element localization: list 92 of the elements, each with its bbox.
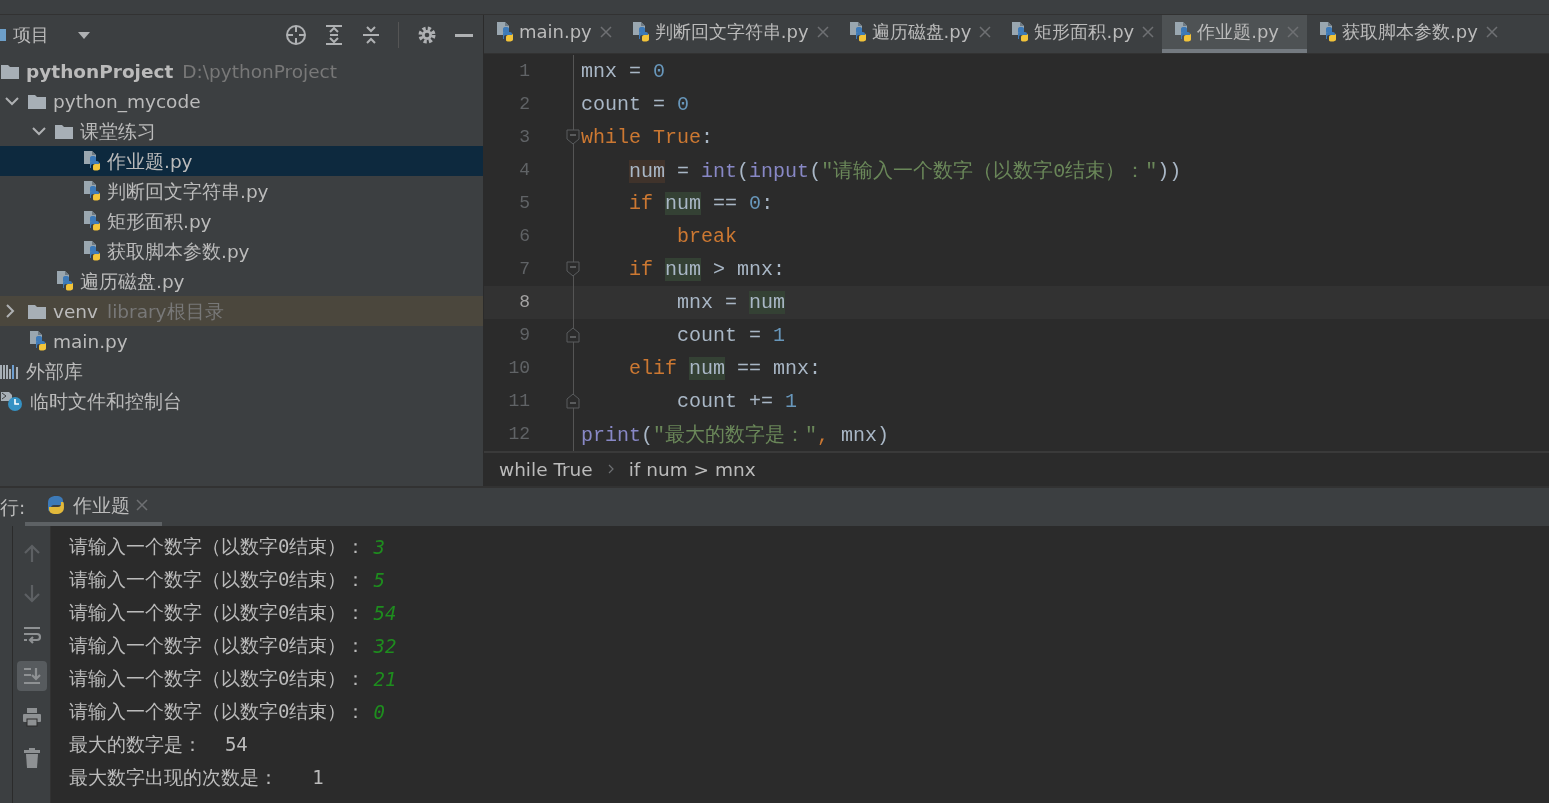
- console-prompt: 请输入一个数字（以数字0结束）：: [69, 632, 366, 658]
- editor-tab[interactable]: 判断回文字符串.py: [619, 15, 837, 53]
- typed-value: 32: [373, 634, 397, 657]
- tree-item[interactable]: 判断回文字符串.py: [0, 176, 483, 206]
- line-number: 8: [518, 292, 530, 313]
- close-icon: [816, 25, 829, 38]
- tree-item[interactable]: venv library根目录: [0, 296, 483, 326]
- python-file-icon: [494, 20, 514, 43]
- locate-icon: [285, 24, 307, 46]
- tree-item[interactable]: 作业题.py: [0, 146, 483, 176]
- expand-all-icon: [324, 24, 344, 46]
- chevron-down-icon: [5, 96, 19, 106]
- close-icon: [1485, 25, 1498, 38]
- code-line: count = 1: [676, 323, 786, 347]
- close-icon: [1287, 25, 1300, 38]
- close-icon: [136, 499, 148, 511]
- close-icon: [979, 25, 992, 38]
- python-file-icon: [81, 150, 101, 172]
- typed-value: 21: [373, 667, 397, 690]
- tree-item[interactable]: 遍历磁盘.py: [0, 266, 483, 296]
- python-file-icon: [81, 210, 101, 232]
- path-hint: D:\pythonProject: [182, 60, 338, 82]
- tree-item[interactable]: 获取脚本参数.py: [0, 236, 483, 266]
- python-file-icon: [1172, 20, 1193, 43]
- python-file-icon: [81, 240, 101, 262]
- tree-item[interactable]: 临时文件和控制台: [0, 386, 483, 416]
- python-file-icon: [1009, 20, 1030, 43]
- breadcrumb[interactable]: if num > mnx: [628, 458, 756, 480]
- tree-item[interactable]: pythonProject D:\pythonProject: [0, 56, 483, 86]
- chevron-right-icon: [606, 463, 615, 476]
- line-number: 10: [507, 358, 530, 379]
- tree-item[interactable]: python_mycode: [0, 86, 483, 116]
- code-line: mnx = 0: [581, 59, 666, 83]
- line-number: 7: [518, 259, 530, 280]
- collapse-all-icon: [361, 24, 381, 46]
- panel-title[interactable]: 项目: [13, 23, 49, 47]
- console-prompt: 请输入一个数字（以数字0结束）：: [69, 665, 366, 691]
- code-line: count += 1: [676, 389, 798, 413]
- tree-item[interactable]: 矩形面积.py: [0, 206, 483, 236]
- editor-tab[interactable]: 矩形面积.py: [999, 15, 1163, 53]
- typed-value: 3: [373, 535, 385, 558]
- code-line: if num > mnx:: [628, 257, 786, 281]
- line-number: 4: [518, 160, 530, 181]
- typed-value: 54: [373, 601, 397, 624]
- editor-tab[interactable]: 获取脚本参数.py: [1307, 15, 1506, 53]
- tree-item[interactable]: 外部库: [0, 356, 483, 386]
- line-number: 3: [518, 127, 530, 148]
- close-icon: [1142, 25, 1155, 38]
- code-line: elif num == mnx:: [628, 356, 822, 380]
- code-line: num = int(input("请输入一个数字（以数字0结束）：")): [628, 158, 1182, 184]
- console-prompt: 请输入一个数字（以数字0结束）：: [69, 533, 366, 559]
- console-prompt: 请输入一个数字（以数字0结束）：: [69, 566, 366, 592]
- console-prompt: 请输入一个数字（以数字0结束）：: [69, 599, 366, 625]
- tree-item[interactable]: main.py: [0, 326, 483, 356]
- console-output: 最大的数字是： 54: [69, 731, 248, 757]
- code-line: count = 0: [581, 92, 690, 116]
- code-line: while True:: [581, 125, 714, 149]
- panel-icon: [0, 27, 8, 43]
- tree-item[interactable]: 课堂练习: [0, 116, 483, 146]
- code-line: if num == 0:: [628, 191, 774, 215]
- editor-tab[interactable]: 遍历磁盘.py: [836, 15, 1000, 53]
- editor-tab[interactable]: main.py: [484, 15, 620, 53]
- console-prompt: 请输入一个数字（以数字0结束）：: [69, 698, 366, 724]
- settings-icon: [416, 24, 438, 46]
- chevron-down-icon: [32, 126, 46, 136]
- python-file-icon: [81, 180, 101, 202]
- close-icon: [599, 25, 612, 38]
- editor-tab[interactable]: 作业题.py: [1162, 15, 1308, 53]
- minimize-icon: [455, 33, 473, 37]
- typed-value: 5: [373, 568, 385, 591]
- path-hint: library根目录: [107, 299, 224, 324]
- line-number: 12: [507, 424, 530, 445]
- python-file-icon: [27, 330, 47, 352]
- breadcrumb[interactable]: while True: [499, 458, 593, 480]
- code-line: break: [676, 224, 738, 248]
- console-output: 最大数字出现的次数是： 1: [69, 764, 324, 790]
- line-number: 1: [518, 61, 530, 82]
- print-icon: [20, 706, 43, 728]
- python-icon: [45, 494, 67, 516]
- line-number: 2: [518, 94, 530, 115]
- code-line: print("最大的数字是：", mnx): [581, 422, 890, 448]
- python-file-icon: [54, 270, 74, 292]
- line-number: 9: [518, 325, 530, 346]
- chevron-right-icon: [5, 304, 15, 318]
- dropdown-caret-icon: [77, 30, 91, 40]
- line-number: 11: [507, 391, 530, 412]
- typed-value: 0: [373, 700, 385, 723]
- line-number: 6: [518, 226, 530, 247]
- line-number: 5: [518, 193, 530, 214]
- python-file-icon: [1317, 20, 1338, 43]
- panel-label: 行:: [0, 495, 25, 520]
- code-line: mnx = num: [676, 290, 786, 314]
